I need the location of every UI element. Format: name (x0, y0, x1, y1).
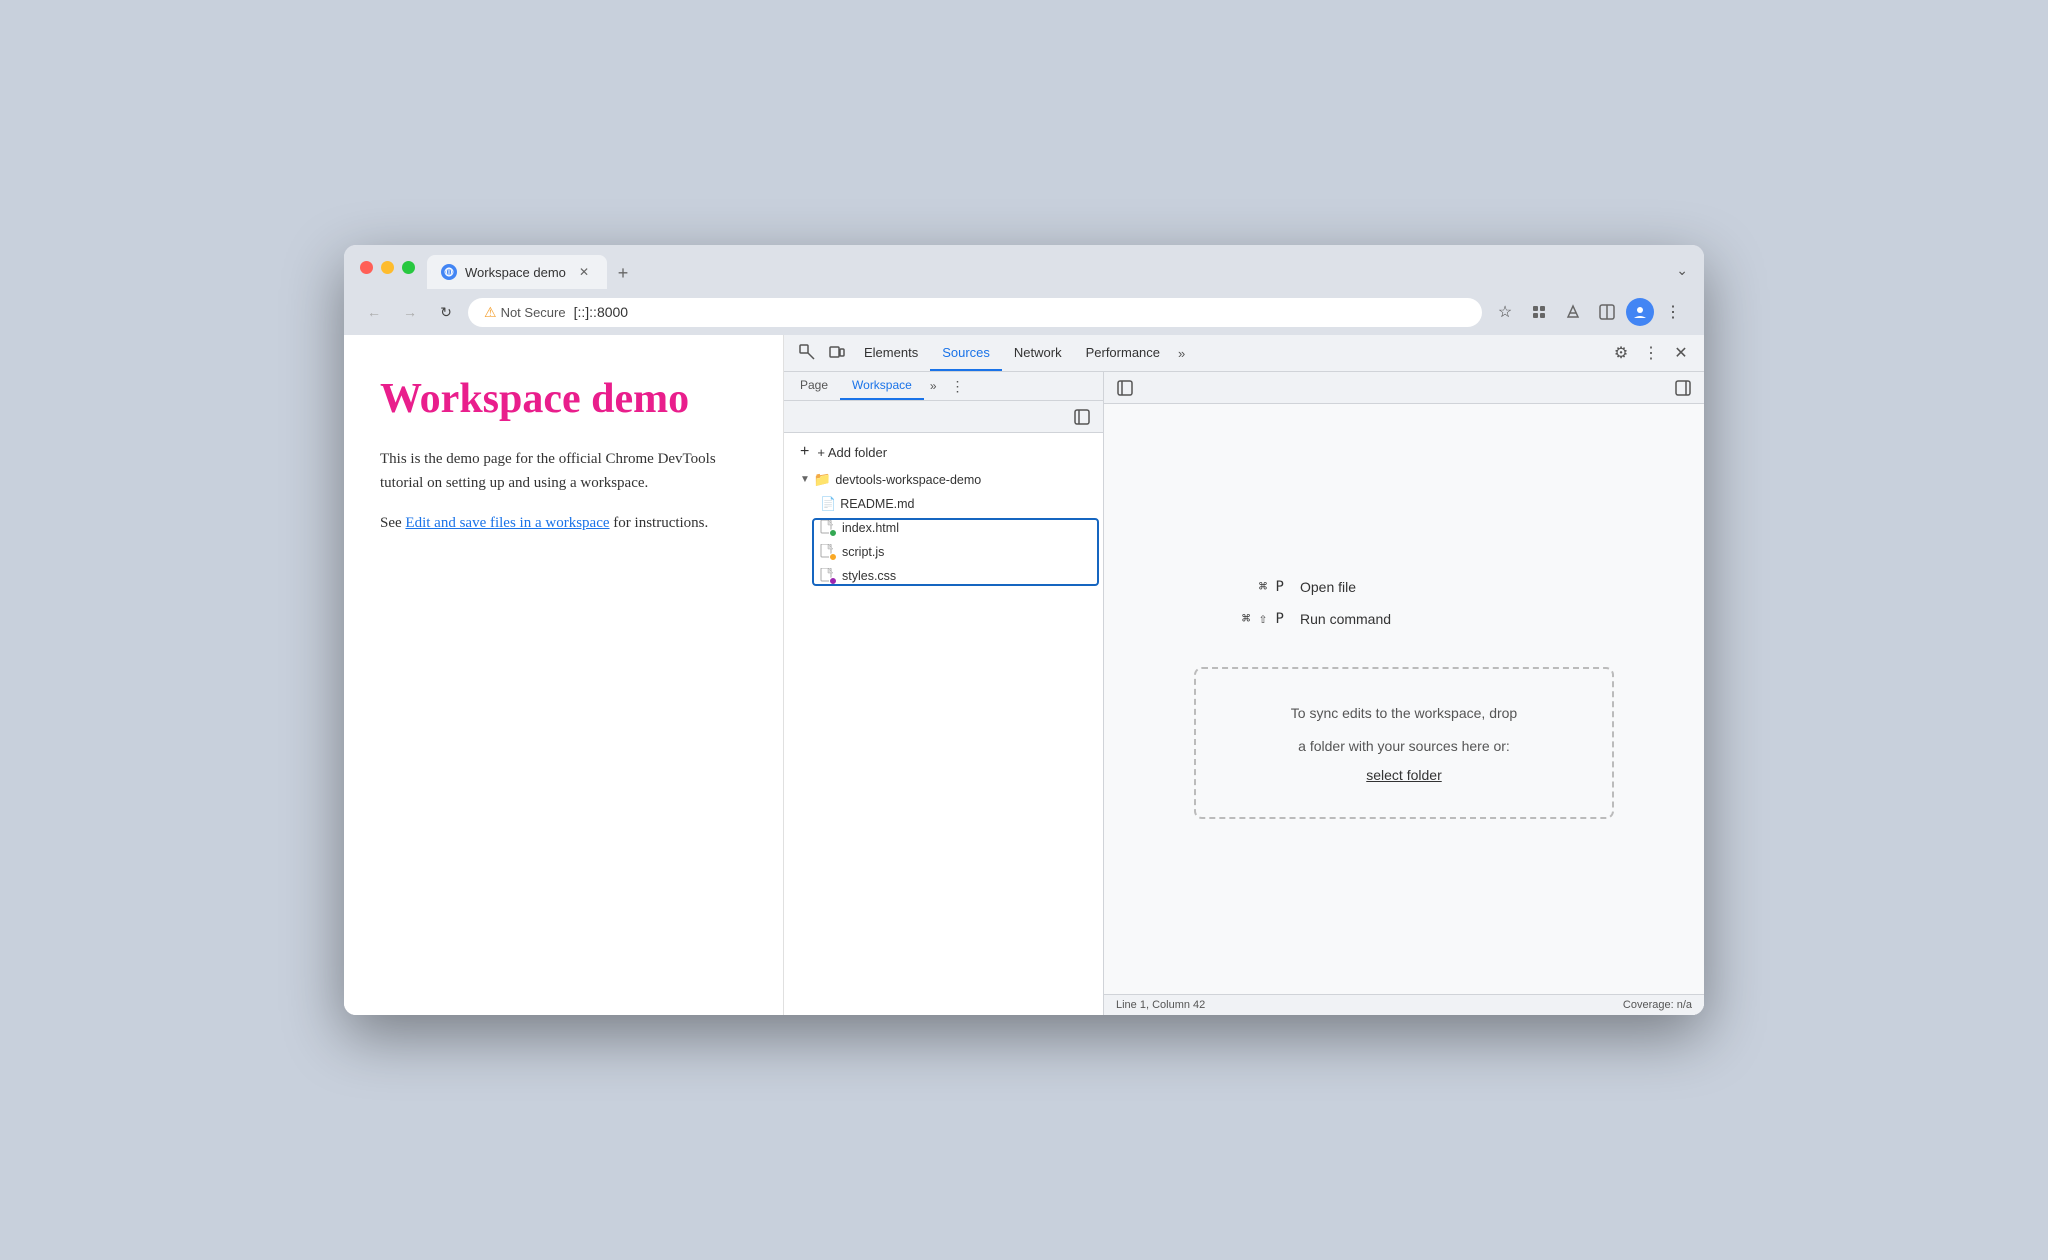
file-icon-js (820, 544, 834, 560)
webpage-content: Workspace demo This is the demo page for… (344, 335, 784, 1015)
split-icon[interactable] (1592, 297, 1622, 327)
address-input[interactable]: ⚠ Not Secure [::]::8000 (468, 298, 1482, 327)
devtools-close-icon[interactable]: ✕ (1666, 335, 1696, 371)
dt-tabs-overflow[interactable]: » (1172, 335, 1191, 371)
sources-tab-overflow[interactable]: » (924, 379, 943, 393)
devtools-more-icon[interactable]: ⋮ (1636, 335, 1666, 371)
tab-bar: Workspace demo ✕ + ⌄ (427, 255, 1688, 289)
kbd-cmd-shift-p: ⌘ ⇧ P (1242, 611, 1284, 627)
drop-zone-text-2: a folder with your sources here or: (1236, 734, 1572, 759)
main-area: Workspace demo This is the demo page for… (344, 335, 1704, 1015)
address-url: [::]::8000 (574, 304, 628, 320)
tab-close-button[interactable]: ✕ (575, 263, 593, 281)
kbd-cmd-p: ⌘ P (1259, 579, 1284, 595)
sources-panel: Page Workspace » ⋮ (784, 372, 1704, 1015)
traffic-lights (360, 261, 415, 284)
security-text: Not Secure (501, 305, 566, 320)
sources-editor: ⌘ P Open file ⌘ ⇧ P Run command (1104, 372, 1704, 1015)
tab-performance[interactable]: Performance (1074, 335, 1172, 371)
file-item-index[interactable]: index.html (784, 516, 1103, 540)
sources-tab-more[interactable]: ⋮ (947, 374, 969, 399)
shortcut-open-file-label: Open file (1300, 579, 1356, 595)
statusbar-position: Line 1, Column 42 (1116, 999, 1205, 1011)
page-link-text: See Edit and save files in a workspace f… (380, 515, 747, 532)
tab-favicon (441, 264, 457, 280)
tab-workspace[interactable]: Workspace (840, 372, 924, 400)
editor-collapse-right-icon[interactable] (1670, 375, 1696, 401)
file-icon-html (820, 520, 834, 536)
title-bar: Workspace demo ✕ + ⌄ (344, 245, 1704, 289)
file-icon-css (820, 568, 834, 584)
drop-zone-text-1: To sync edits to the workspace, drop (1236, 701, 1572, 726)
devtools-statusbar: Line 1, Column 42 Coverage: n/a (1104, 994, 1704, 1015)
shortcut-run-command-label: Run command (1300, 611, 1391, 627)
minimize-button[interactable] (381, 261, 394, 274)
sources-toolbar (784, 401, 1103, 433)
statusbar-coverage: Coverage: n/a (1623, 999, 1692, 1011)
reload-button[interactable]: ↻ (432, 298, 460, 326)
devtools-toolbar: Elements Sources Network Performance » ⚙… (784, 335, 1704, 372)
shortcut-open-file: ⌘ P Open file (1204, 579, 1604, 595)
dropper-icon[interactable] (1558, 297, 1588, 327)
devtools-settings-icon[interactable]: ⚙ (1606, 335, 1636, 371)
sources-tabs: Page Workspace » ⋮ (784, 372, 1103, 401)
file-item-styles[interactable]: styles.css (784, 564, 1103, 588)
new-tab-button[interactable]: + (609, 259, 637, 287)
profile-icon[interactable] (1626, 298, 1654, 326)
sidebar-collapse-icon[interactable] (1069, 404, 1095, 430)
plus-icon: + (800, 443, 809, 461)
tab-title: Workspace demo (465, 265, 566, 280)
chrome-more-icon[interactable]: ⋮ (1658, 297, 1688, 327)
bookmark-icon[interactable]: ☆ (1490, 297, 1520, 327)
forward-button[interactable]: → (396, 298, 424, 326)
sources-sidebar: Page Workspace » ⋮ (784, 372, 1104, 1015)
file-item-readme[interactable]: 📄 README.md (784, 492, 1103, 516)
workspace-drop-area: ⌘ P Open file ⌘ ⇧ P Run command (1104, 404, 1704, 994)
file-icon-md: 📄 (820, 496, 836, 512)
warning-icon: ⚠ (484, 304, 497, 321)
tab-elements[interactable]: Elements (852, 335, 930, 371)
back-button[interactable]: ← (360, 298, 388, 326)
device-toolbar-icon[interactable] (822, 335, 852, 371)
kbd-group-run: ⌘ ⇧ P (1204, 611, 1284, 627)
workspace-link[interactable]: Edit and save files in a workspace (405, 515, 609, 531)
folder-item-workspace[interactable]: ▼ 📁 devtools-workspace-demo (784, 467, 1103, 492)
tab-page[interactable]: Page (788, 372, 840, 400)
editor-sidebar-icon[interactable] (1112, 375, 1138, 401)
close-button[interactable] (360, 261, 373, 274)
extensions-icon[interactable] (1524, 297, 1554, 327)
browser-window: Workspace demo ✕ + ⌄ ← → ↻ ⚠ Not Secure … (344, 245, 1704, 1015)
kbd-group-open: ⌘ P (1204, 579, 1284, 595)
maximize-button[interactable] (402, 261, 415, 274)
tab-network[interactable]: Network (1002, 335, 1074, 371)
toolbar-icons: ☆ ⋮ (1490, 297, 1688, 327)
tab-sources[interactable]: Sources (930, 335, 1002, 371)
inspect-element-icon[interactable] (792, 335, 822, 371)
tab-dropdown-button[interactable]: ⌄ (1676, 262, 1688, 289)
add-folder-button[interactable]: + + Add folder (784, 437, 1103, 467)
file-item-script[interactable]: script.js (784, 540, 1103, 564)
chevron-down-icon: ▼ (800, 474, 810, 485)
active-tab[interactable]: Workspace demo ✕ (427, 255, 607, 289)
shortcut-run-command: ⌘ ⇧ P Run command (1204, 611, 1604, 627)
file-tree: + + Add folder ▼ 📁 devtools-workspace-de… (784, 433, 1103, 1015)
editor-toolbar (1104, 372, 1704, 404)
address-bar: ← → ↻ ⚠ Not Secure [::]::8000 ☆ ⋮ (344, 289, 1704, 335)
page-title: Workspace demo (380, 375, 747, 423)
select-folder-link[interactable]: select folder (1366, 767, 1441, 783)
page-body: This is the demo page for the official C… (380, 447, 747, 495)
security-warning: ⚠ Not Secure (484, 304, 566, 321)
keyboard-shortcuts: ⌘ P Open file ⌘ ⇧ P Run command (1204, 579, 1604, 627)
devtools-panel: Elements Sources Network Performance » ⚙… (784, 335, 1704, 1015)
drop-zone[interactable]: To sync edits to the workspace, drop a f… (1194, 667, 1614, 819)
folder-icon: 📁 (814, 471, 831, 488)
